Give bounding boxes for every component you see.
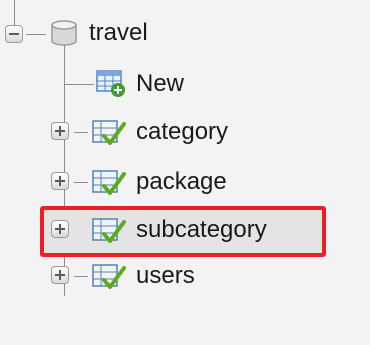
expand-toggle-package[interactable]	[51, 172, 69, 190]
new-item-label[interactable]: New	[136, 70, 184, 98]
tree-line-category-branch	[74, 132, 88, 133]
tree-line-db-branch	[26, 34, 46, 35]
tree-line-users-branch	[74, 276, 88, 277]
navigation-tree: travel New category package subcategory …	[0, 0, 370, 345]
tree-line-tables-vertical	[64, 84, 65, 296]
collapse-toggle-database[interactable]	[5, 25, 23, 43]
table-icon	[92, 264, 126, 289]
table-icon	[92, 170, 126, 195]
tree-line-top	[14, 0, 15, 26]
database-label[interactable]: travel	[89, 19, 148, 47]
table-icon	[92, 218, 126, 243]
table-icon	[92, 120, 126, 145]
tree-line-package-branch	[74, 182, 88, 183]
expand-toggle-subcategory[interactable]	[51, 220, 69, 238]
new-table-icon[interactable]	[96, 68, 128, 98]
table-label-users[interactable]: users	[136, 262, 195, 290]
expand-toggle-users[interactable]	[51, 266, 69, 284]
expand-toggle-category[interactable]	[51, 122, 69, 140]
table-label-package[interactable]: package	[136, 168, 227, 196]
database-icon	[51, 20, 77, 46]
table-label-category[interactable]: category	[136, 118, 228, 146]
tree-line-new-branch	[64, 84, 94, 85]
table-label-subcategory[interactable]: subcategory	[136, 216, 267, 244]
tree-line-children-vertical	[64, 44, 65, 84]
